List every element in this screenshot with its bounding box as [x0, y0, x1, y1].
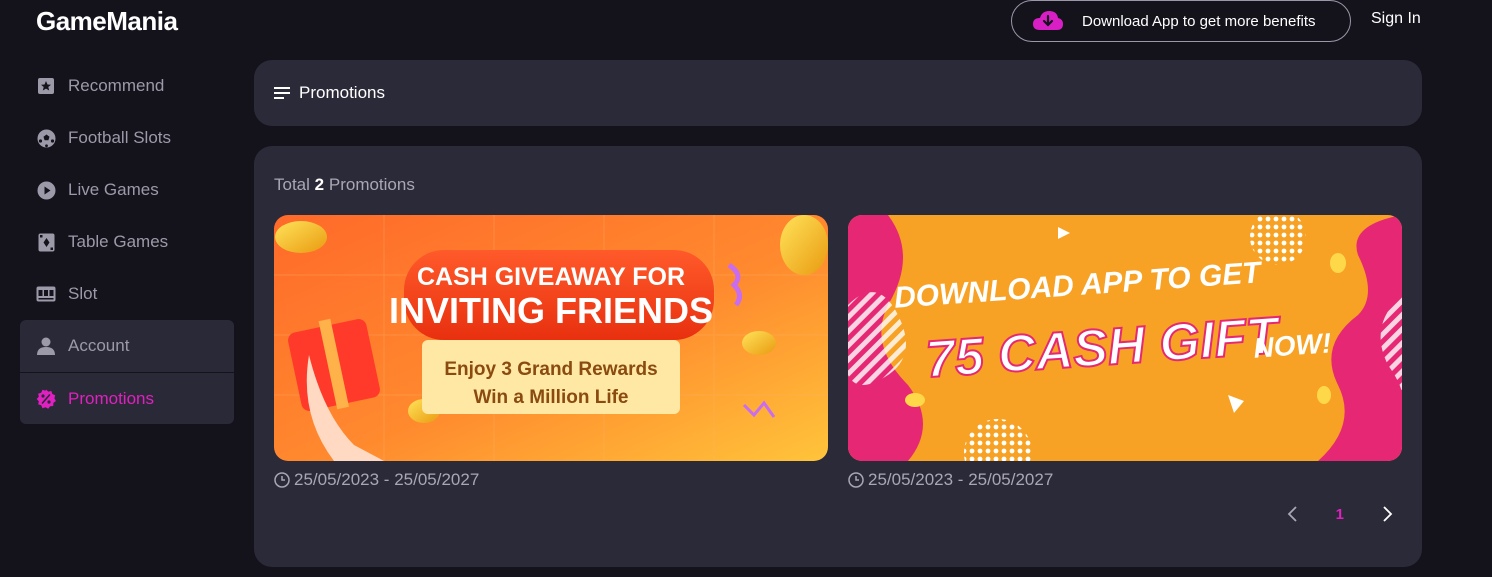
pagination: 1 — [1286, 504, 1394, 524]
sidebar-item-recommend[interactable]: Recommend — [20, 60, 234, 112]
page-number[interactable]: 1 — [1336, 506, 1344, 523]
football-icon — [36, 128, 56, 148]
sidebar-item-football-slots[interactable]: Football Slots — [20, 112, 234, 164]
menu-icon[interactable] — [274, 86, 290, 100]
sidebar-item-label: Slot — [68, 284, 98, 303]
sidebar-item-label: Promotions — [68, 388, 154, 408]
promotion-date: 25/05/2023 - 25/05/2027 — [848, 470, 1402, 490]
clock-icon — [274, 472, 290, 488]
card-icon — [36, 232, 56, 252]
page-title: Promotions — [299, 83, 385, 102]
clock-icon — [848, 472, 864, 488]
total-prefix: Total — [274, 175, 310, 194]
banner-text: Enjoy 3 Grand Rewards — [444, 359, 657, 380]
banner-text: CASH GIVEAWAY FOR — [417, 263, 685, 291]
sidebar-item-label: Live Games — [68, 180, 159, 199]
download-app-button[interactable]: Download App to get more benefits — [1011, 0, 1351, 42]
cloud-download-icon — [1033, 11, 1063, 30]
sidebar-item-slot[interactable]: Slot — [20, 268, 234, 320]
app-logo[interactable]: GameMania — [36, 6, 178, 37]
promotion-date: 25/05/2023 - 25/05/2027 — [274, 470, 828, 490]
promotion-banner-download[interactable]: DOWNLOAD APP TO GET 75 CASH GIFT NOW! — [848, 215, 1402, 461]
chevron-left-icon[interactable] — [1286, 504, 1300, 524]
sidebar-item-label: Recommend — [68, 76, 165, 95]
chevron-right-icon[interactable] — [1380, 504, 1394, 524]
banner-text: NOW! — [1252, 327, 1332, 363]
promotion-banner-invite[interactable]: CASH GIVEAWAY FOR INVITING FRIENDS Enjoy… — [274, 215, 828, 461]
sidebar-item-account[interactable]: Account — [20, 320, 234, 372]
total-suffix: Promotions — [328, 175, 415, 194]
sidebar-item-live-games[interactable]: Live Games — [20, 164, 234, 216]
promotion-date-text: 25/05/2023 - 25/05/2027 — [868, 470, 1054, 489]
sidebar-item-label: Table Games — [68, 232, 169, 251]
sidebar-group-user: Account Promotions — [20, 320, 234, 424]
promotions-total: Total 2 Promotions — [274, 175, 415, 195]
sidebar: Recommend Football Slots Live Games Tabl… — [20, 60, 234, 424]
sign-in-link[interactable]: Sign In — [1371, 10, 1421, 28]
play-icon — [36, 180, 56, 200]
sidebar-item-promotions[interactable]: Promotions — [20, 372, 234, 424]
total-count: 2 — [314, 175, 325, 194]
star-badge-icon — [36, 76, 56, 96]
sidebar-item-table-games[interactable]: Table Games — [20, 216, 234, 268]
download-app-label: Download App to get more benefits — [1082, 12, 1316, 30]
promotion-card: CASH GIVEAWAY FOR INVITING FRIENDS Enjoy… — [274, 215, 828, 490]
sidebar-item-label: Account — [68, 336, 130, 355]
promo-badge-icon — [36, 389, 56, 409]
sidebar-item-label: Football Slots — [68, 128, 171, 147]
slot-machine-icon — [36, 284, 56, 304]
banner-text: Win a Million Life — [474, 387, 629, 408]
promotions-list-panel: Total 2 Promotions CASH GIVEAWAY FOR INV… — [254, 146, 1422, 567]
promotions-header-panel: Promotions — [254, 60, 1422, 126]
promotion-date-text: 25/05/2023 - 25/05/2027 — [294, 470, 480, 489]
user-icon — [36, 336, 56, 356]
banner-text: INVITING FRIENDS — [389, 290, 713, 331]
promotion-card: DOWNLOAD APP TO GET 75 CASH GIFT NOW! 25… — [848, 215, 1402, 490]
